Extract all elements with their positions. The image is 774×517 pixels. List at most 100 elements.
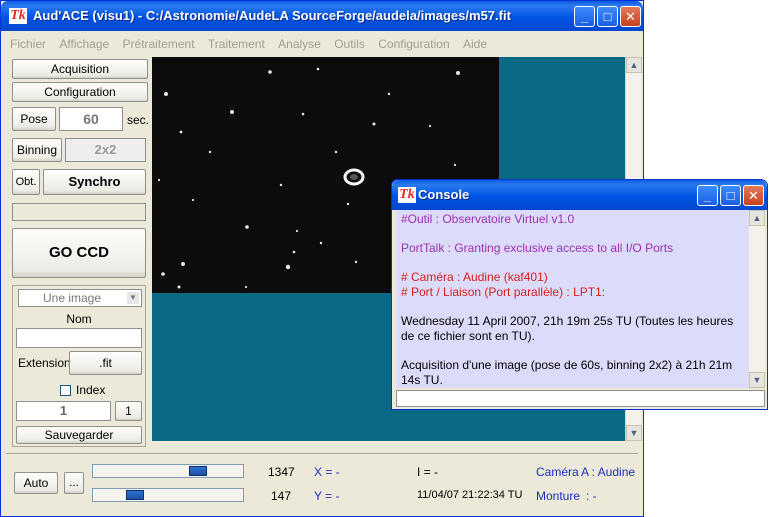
console-scrollbar[interactable]: ▲ ▼ (749, 210, 765, 388)
obturateur-button[interactable]: Obt. (12, 169, 40, 195)
extension-label: Extension (18, 356, 71, 370)
star (292, 250, 296, 254)
console-output[interactable]: #Outil : Observatoire Virtuel v1.0 PortT… (396, 210, 750, 388)
star (456, 71, 460, 75)
low-threshold-slider[interactable] (92, 488, 244, 502)
console-line-outil: #Outil : Observatoire Virtuel v1.0 (401, 212, 575, 226)
star (208, 150, 212, 154)
star (279, 183, 283, 187)
tk-app-icon: Tk (9, 8, 27, 24)
star (244, 285, 248, 289)
tk-console-icon: Tk (398, 187, 416, 203)
pose-button[interactable]: Pose (12, 107, 56, 131)
star (428, 124, 432, 128)
close-icon: ✕ (625, 9, 636, 24)
configuration-button[interactable]: Configuration (12, 82, 148, 102)
camera-name: A : Audine (581, 465, 636, 479)
pose-unit-label: sec. (127, 113, 150, 127)
monture-label[interactable]: Monture (536, 489, 580, 503)
nom-input[interactable] (16, 328, 142, 348)
scroll-down-arrow-icon[interactable]: ▼ (626, 425, 642, 441)
console-command-input[interactable] (396, 390, 765, 407)
console-titlebar[interactable]: Tk Console _ □ ✕ (392, 180, 767, 210)
star (268, 70, 272, 74)
camera-label[interactable]: Caméra (536, 465, 579, 479)
menu-aide[interactable]: Aide (458, 35, 492, 53)
console-line-acquisition: Acquisition d'une image (pose de 60s, bi… (401, 358, 733, 387)
star (346, 202, 350, 206)
go-ccd-button[interactable]: GO CCD (12, 228, 146, 278)
star (191, 198, 195, 202)
star (319, 241, 323, 245)
acquisition-button[interactable]: Acquisition (12, 59, 148, 79)
index-checkbox[interactable] (60, 385, 71, 396)
star (372, 122, 376, 126)
star (245, 225, 249, 229)
menu-analyse[interactable]: Analyse (273, 35, 326, 53)
ring-nebula-center (350, 174, 358, 180)
console-line-porttalk: PortTalk : Granting exclusive access to … (401, 241, 674, 255)
console-close-button[interactable]: ✕ (743, 185, 764, 206)
maximize-button[interactable]: □ (597, 6, 618, 27)
mode-select-value: Une image (43, 291, 102, 305)
console-window: Tk Console _ □ ✕ #Outil : Observatoire V… (391, 179, 768, 410)
minimize-button[interactable]: _ (574, 6, 595, 27)
x-coordinate: X = - (314, 465, 340, 479)
console-line-port: # Port / Liaison (Port parallèle) : LPT1… (401, 285, 606, 299)
synchro-button[interactable]: Synchro (43, 169, 146, 195)
datetime-value: 11/04/07 21:22:34 TU (417, 489, 523, 501)
binning-button[interactable]: Binning (12, 138, 62, 162)
pose-input[interactable]: 60 (59, 107, 123, 131)
index-input[interactable]: 1 (16, 401, 111, 421)
menu-traitement[interactable]: Traitement (203, 35, 270, 53)
binning-value[interactable]: 2x2 (65, 138, 146, 162)
star (295, 229, 299, 233)
star (301, 112, 305, 116)
index-button[interactable]: 1 (115, 401, 142, 421)
star (285, 264, 291, 270)
low-threshold-value: 147 (271, 489, 292, 503)
menu-affichage[interactable]: Affichage (54, 35, 114, 53)
scroll-up-arrow-icon[interactable]: ▲ (626, 57, 642, 73)
maximize-icon: □ (603, 9, 612, 24)
console-minimize-button[interactable]: _ (697, 185, 718, 206)
status-area: Auto ... 1347 147 X = - Y = - I = - 11/0… (6, 453, 638, 511)
auto-button[interactable]: Auto (14, 472, 58, 494)
extension-button[interactable]: .fit (69, 351, 142, 375)
intensity-value: I = - (417, 465, 439, 479)
acquisition-panel: Acquisition Configuration Pose 60 sec. B… (10, 57, 149, 448)
more-button[interactable]: ... (64, 472, 84, 494)
close-button[interactable]: ✕ (620, 6, 641, 27)
star (230, 110, 234, 114)
mode-select[interactable]: Une image ▼ (18, 289, 142, 307)
menubar: Fichier Affichage Prétraitement Traiteme… (5, 35, 639, 55)
low-slider-thumb[interactable] (126, 490, 144, 500)
console-line-date: Wednesday 11 April 2007, 21h 19m 25s TU … (401, 314, 734, 343)
menu-outils[interactable]: Outils (329, 35, 370, 53)
window-title: Aud'ACE (visu1) - C:/Astronomie/AudeLA S… (33, 8, 511, 23)
console-maximize-button[interactable]: □ (720, 185, 741, 206)
star (334, 150, 338, 154)
main-titlebar[interactable]: Tk Aud'ACE (visu1) - C:/Astronomie/AudeL… (1, 1, 643, 31)
star (453, 163, 457, 167)
menu-pretraitement[interactable]: Prétraitement (118, 35, 200, 53)
high-threshold-slider[interactable] (92, 464, 244, 478)
minimize-icon: _ (580, 9, 589, 24)
nom-label: Nom (66, 312, 92, 326)
monture-value: : - (586, 489, 597, 503)
menu-fichier[interactable]: Fichier (5, 35, 51, 53)
minimize-icon: _ (703, 188, 712, 203)
star (161, 272, 165, 276)
close-icon: ✕ (748, 188, 759, 203)
status-field (12, 203, 146, 221)
star (354, 260, 358, 264)
sauvegarder-button[interactable]: Sauvegarder (16, 426, 142, 444)
menu-configuration[interactable]: Configuration (373, 35, 454, 53)
high-slider-thumb[interactable] (189, 466, 207, 476)
star (181, 262, 185, 266)
star (157, 178, 161, 182)
scroll-down-arrow-icon[interactable]: ▼ (749, 372, 765, 388)
star (164, 92, 168, 96)
scroll-up-arrow-icon[interactable]: ▲ (749, 210, 765, 226)
star (177, 285, 181, 289)
